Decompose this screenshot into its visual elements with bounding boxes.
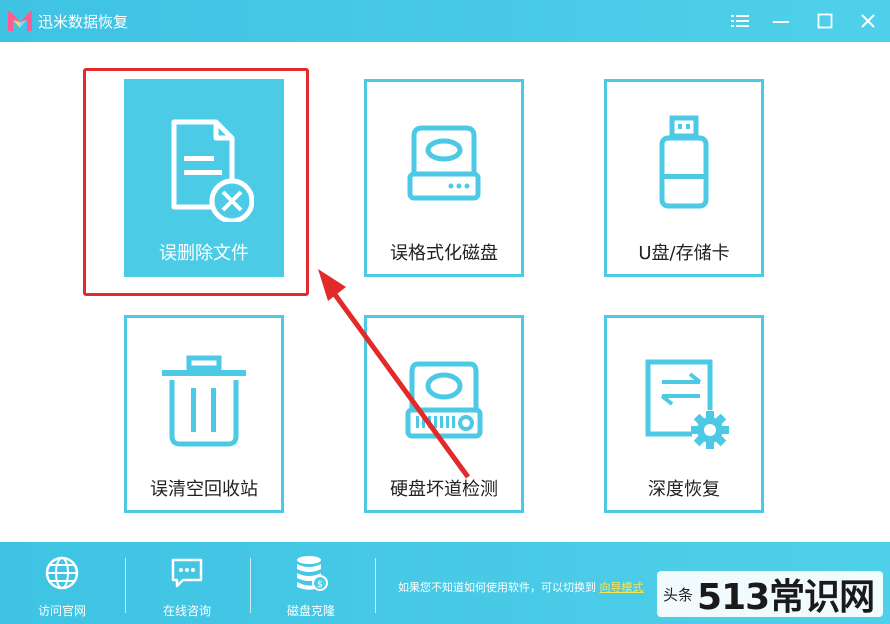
watermark: 头条 513常识网: [657, 571, 883, 618]
tile-label: 硬盘坏道检测: [390, 479, 498, 500]
hint-text: 如果您不知道如何使用软件，可以切换到 向导模式: [398, 581, 644, 594]
disk-scan-icon: [405, 361, 483, 439]
tile-label: 误清空回收站: [150, 479, 258, 500]
title-bar: 迅米数据恢复: [0, 0, 890, 42]
menu-icon: [731, 15, 749, 27]
chat-icon: [171, 558, 203, 588]
tile-label: 误删除文件: [159, 243, 249, 264]
bottom-item-label: 在线咨询: [162, 604, 211, 618]
divider: [125, 558, 126, 613]
tile-deleted-files[interactable]: 误删除文件: [124, 79, 284, 277]
divider: [250, 558, 251, 613]
globe-icon: [45, 556, 79, 590]
minimize-icon: [773, 21, 789, 23]
tile-formatted-disk[interactable]: 误格式化磁盘: [364, 79, 524, 277]
menu-button[interactable]: [727, 8, 753, 34]
deleted-file-icon: [171, 119, 254, 222]
maximize-button[interactable]: [812, 8, 838, 34]
tile-usb-storage[interactable]: U盘/存储卡: [604, 79, 764, 277]
close-icon: [861, 14, 875, 28]
tile-recycle-bin[interactable]: 误清空回收站: [124, 315, 284, 513]
tile-label: 误格式化磁盘: [390, 243, 498, 264]
visit-website-button[interactable]: 访问官网: [17, 554, 107, 619]
disk-clone-button[interactable]: $ 磁盘克隆: [266, 554, 356, 619]
tile-label: U盘/存储卡: [638, 243, 730, 264]
tile-label: 深度恢复: [648, 479, 720, 500]
bottom-item-label: 访问官网: [37, 604, 86, 618]
app-logo-icon: [8, 11, 32, 31]
divider: [375, 558, 376, 613]
main-panel: 误删除文件 误格式化磁盘 U盘/存储卡 误清空回收站 硬盘坏道检测 深度恢复: [0, 42, 890, 542]
close-button[interactable]: [855, 8, 881, 34]
deep-recovery-icon: [645, 359, 729, 449]
maximize-icon: [817, 13, 833, 29]
watermark-big: 513常识网: [697, 577, 875, 618]
trash-bin-icon: [162, 355, 246, 447]
usb-drive-icon: [659, 115, 709, 209]
bottom-item-label: 磁盘克隆: [286, 604, 335, 618]
tile-disk-bad-sector[interactable]: 硬盘坏道检测: [364, 315, 524, 513]
svg-text:$: $: [317, 580, 323, 590]
hard-drive-icon: [407, 125, 481, 201]
wizard-mode-link[interactable]: 向导模式: [600, 581, 644, 594]
tile-deep-recovery[interactable]: 深度恢复: [604, 315, 764, 513]
database-clone-icon: $: [297, 556, 328, 591]
minimize-button[interactable]: [768, 8, 794, 34]
watermark-small: 头条: [663, 585, 694, 604]
online-consult-button[interactable]: 在线咨询: [142, 554, 232, 619]
app-title: 迅米数据恢复: [38, 13, 129, 31]
